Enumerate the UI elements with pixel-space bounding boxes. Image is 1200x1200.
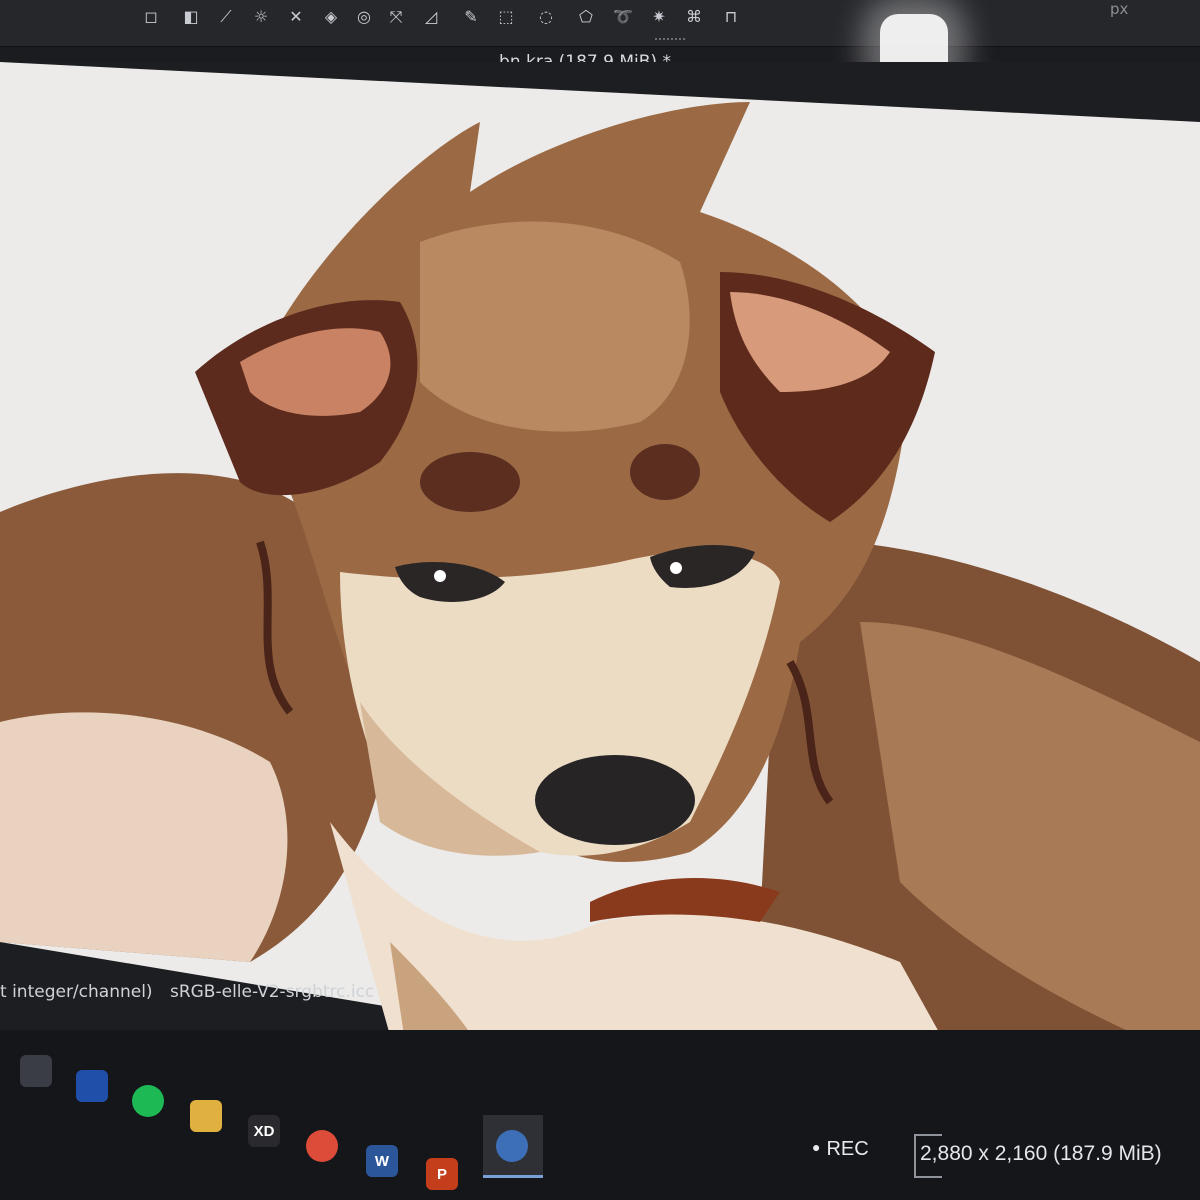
dynamic-brush-icon[interactable]: ☼ — [250, 6, 272, 28]
brush-icon[interactable]: ◧ — [180, 6, 202, 28]
painting-forehead-light — [420, 221, 690, 432]
ellipse-select-icon[interactable]: ◌ — [535, 6, 557, 28]
image-dimensions: 2,880 x 2,160 (187.9 MiB) — [920, 1142, 1162, 1165]
px-readout: px — [1110, 0, 1129, 18]
file-explorer-icon[interactable] — [190, 1100, 222, 1132]
status-bar: t integer/channel) sRGB-elle-V2-srgbtrc.… — [0, 980, 1200, 1024]
painting-brow-spot-left — [420, 452, 520, 512]
magnetic-select-icon[interactable]: ⊓ — [720, 6, 742, 28]
line-icon[interactable]: ⟋ — [215, 6, 237, 28]
record-dot-icon: ● — [812, 1139, 821, 1155]
painting-brow-spot-right — [630, 444, 700, 500]
windows-taskbar: XD W P ● REC 2,880 x 2,160 (187.9 MiB) — [0, 1030, 1200, 1200]
assistant-icon[interactable]: ✎ — [460, 6, 482, 28]
word-icon[interactable]: W — [366, 1145, 398, 1177]
transform-icon[interactable]: ⤧ — [385, 6, 407, 28]
krita-icon[interactable] — [496, 1130, 528, 1162]
bezier-select-icon[interactable]: ⌘ — [683, 6, 705, 28]
polygon-select-icon[interactable]: ⬠ — [575, 6, 597, 28]
rec-label: REC — [826, 1138, 869, 1160]
fill-icon[interactable]: ◈ — [320, 6, 342, 28]
multibrush-icon[interactable]: ✕ — [285, 6, 307, 28]
gradient-icon[interactable]: ◎ — [353, 6, 375, 28]
record-indicator[interactable]: ● REC — [812, 1138, 869, 1161]
color-profile-label[interactable]: sRGB-elle-V2-srgbtrc.icc — [170, 982, 374, 1002]
painting-eye-left-highlight — [434, 570, 446, 582]
color-depth-label: t integer/channel) — [0, 982, 153, 1002]
magic-wand-icon[interactable]: ✷ — [648, 6, 670, 28]
chrome-icon[interactable] — [306, 1130, 338, 1162]
painting-eye-right-highlight — [670, 562, 682, 574]
spotify-icon[interactable] — [132, 1085, 164, 1117]
painting-body-left-light — [0, 712, 288, 962]
store-icon[interactable] — [20, 1055, 52, 1087]
toolbar-grip[interactable] — [655, 38, 685, 44]
tool-options-toolbar: ◻ ◧ ⟋ ☼ ✕ ◈ ◎ ⤧ ◿ ✎ ⬚ ◌ ⬠ ➰ ✷ ⌘ ⊓ px — [0, 0, 1200, 82]
rect-select-icon[interactable]: ⬚ — [495, 6, 517, 28]
freehand-icon[interactable]: ◻ — [140, 6, 162, 28]
painting-nose — [535, 755, 695, 845]
headphones-app-icon[interactable] — [76, 1070, 108, 1102]
powerpoint-icon[interactable]: P — [426, 1158, 458, 1190]
xd-app-icon[interactable]: XD — [248, 1115, 280, 1147]
freehand-select-icon[interactable]: ➰ — [612, 6, 634, 28]
measure-icon[interactable]: ◿ — [420, 6, 442, 28]
